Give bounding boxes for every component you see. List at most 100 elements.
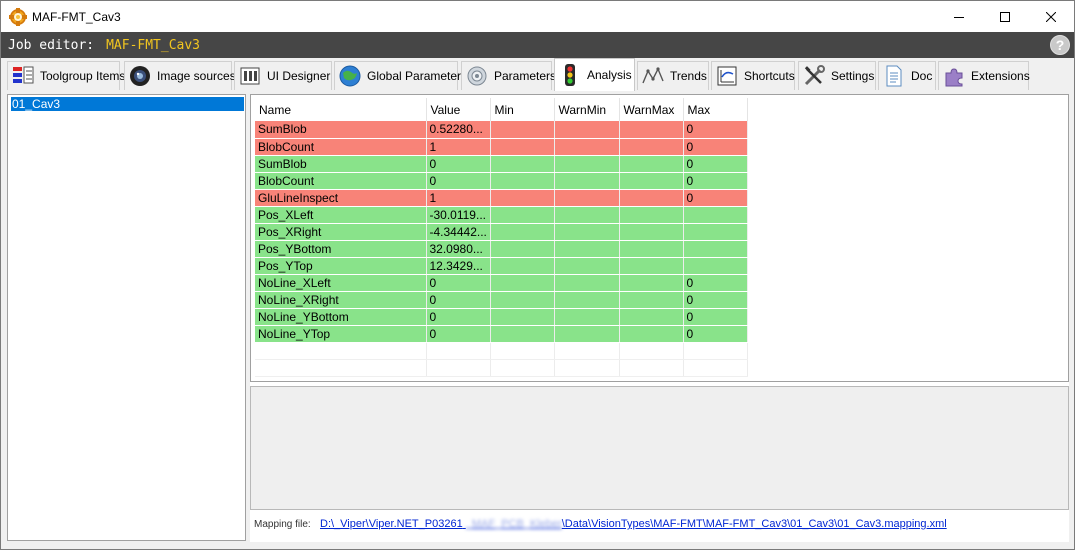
table-row[interactable]: NoLine_XLeft 0 0 [255, 274, 748, 292]
table-row[interactable]: Pos_YBottom 32.0980... [255, 240, 748, 258]
table-row[interactable]: Pos_XRight -4.34442... [255, 223, 748, 241]
cell-name[interactable]: NoLine_XLeft [255, 274, 427, 292]
cell-warnmin[interactable] [554, 155, 620, 173]
cell-value[interactable]: 1 [426, 138, 491, 156]
cell-warnmax[interactable] [619, 274, 684, 292]
cell-name[interactable]: GluLineInspect [255, 189, 427, 207]
cell-min[interactable] [490, 189, 555, 207]
cell-min[interactable] [490, 308, 555, 326]
cell-warnmin[interactable] [554, 189, 620, 207]
minimize-button[interactable] [936, 1, 982, 32]
cell-max[interactable]: 0 [683, 172, 748, 190]
tab-ui-designer[interactable]: UI Designer [234, 61, 332, 90]
cell-value[interactable]: 0 [426, 325, 491, 343]
cell-value[interactable]: 0 [426, 172, 491, 190]
cell-name[interactable]: Pos_YTop [255, 257, 427, 275]
cell-name[interactable]: BlobCount [255, 138, 427, 156]
cell-name[interactable]: BlobCount [255, 172, 427, 190]
cell-value[interactable]: 12.3429... [426, 257, 491, 275]
cell-name[interactable]: SumBlob [255, 155, 427, 173]
cell-warnmax[interactable] [619, 172, 684, 190]
cell-min[interactable] [490, 240, 555, 258]
cell-warnmin[interactable] [554, 274, 620, 292]
cell-warnmax[interactable] [619, 308, 684, 326]
cell-value[interactable]: -30.0119... [426, 206, 491, 224]
cell-warnmax[interactable] [619, 223, 684, 241]
cell-warnmin[interactable] [554, 206, 620, 224]
analysis-grid[interactable]: Name Value Min WarnMin WarnMax Max SumBl… [250, 94, 1069, 382]
help-icon[interactable]: ? [1050, 35, 1070, 55]
cell-max[interactable]: 0 [683, 274, 748, 292]
cell-warnmax[interactable] [619, 240, 684, 258]
tab-global-parameters[interactable]: Global Parameters [334, 61, 467, 90]
tab-image-sources[interactable]: Image sources [124, 61, 236, 90]
table-row[interactable]: NoLine_XRight 0 0 [255, 291, 748, 309]
cell-max[interactable]: 0 [683, 291, 748, 309]
cell-value[interactable]: 32.0980... [426, 240, 491, 258]
column-header-warnmax[interactable]: WarnMax [619, 98, 684, 121]
cell-warnmin[interactable] [554, 257, 620, 275]
tree-item-selected[interactable]: 01_Cav3 [11, 97, 244, 111]
cell-name[interactable]: Pos_XLeft [255, 206, 427, 224]
column-header-max[interactable]: Max [683, 98, 748, 121]
cell-min[interactable] [490, 325, 555, 343]
table-row[interactable]: Pos_YTop 12.3429... [255, 257, 748, 275]
cell-value[interactable]: 0 [426, 274, 491, 292]
cell-warnmax[interactable] [619, 121, 684, 139]
cell-warnmin[interactable] [554, 240, 620, 258]
cell-value[interactable]: 0 [426, 155, 491, 173]
tab-toolgroup-items[interactable]: Toolgroup Items [7, 61, 125, 90]
cell-warnmax[interactable] [619, 257, 684, 275]
cell-name[interactable]: NoLine_YTop [255, 325, 427, 343]
cell-warnmin[interactable] [554, 223, 620, 241]
cell-warnmin[interactable] [554, 138, 620, 156]
table-row[interactable]: BlobCount 1 0 [255, 138, 748, 156]
tab-shortcuts[interactable]: Shortcuts [711, 61, 795, 90]
cell-warnmin[interactable] [554, 121, 620, 139]
tab-doc[interactable]: Doc [878, 61, 936, 90]
cell-warnmax[interactable] [619, 291, 684, 309]
cell-value[interactable]: 1 [426, 189, 491, 207]
table-row[interactable]: Pos_XLeft -30.0119... [255, 206, 748, 224]
table-row[interactable]: SumBlob 0 0 [255, 155, 748, 173]
cell-value[interactable]: 0 [426, 308, 491, 326]
cell-max[interactable]: 0 [683, 308, 748, 326]
cell-min[interactable] [490, 274, 555, 292]
title-bar[interactable]: MAF-FMT_Cav3 [1, 1, 1074, 32]
cell-min[interactable] [490, 291, 555, 309]
table-row[interactable]: SumBlob 0.52280... 0 [255, 121, 748, 139]
cell-max[interactable]: 0 [683, 121, 748, 139]
column-header-value[interactable]: Value [426, 98, 491, 121]
column-header-warnmin[interactable]: WarnMin [554, 98, 620, 121]
tab-extensions[interactable]: Extensions [938, 61, 1030, 90]
table-row[interactable]: NoLine_YTop 0 0 [255, 325, 748, 343]
column-header-min[interactable]: Min [490, 98, 555, 121]
table-row[interactable]: GluLineInspect 1 0 [255, 189, 748, 207]
cell-value[interactable]: -4.34442... [426, 223, 491, 241]
cell-min[interactable] [490, 138, 555, 156]
cell-name[interactable]: Pos_YBottom [255, 240, 427, 258]
cell-name[interactable]: SumBlob [255, 121, 427, 139]
cell-min[interactable] [490, 172, 555, 190]
cell-warnmax[interactable] [619, 138, 684, 156]
cell-value[interactable]: 0.52280... [426, 121, 491, 139]
tab-analysis[interactable]: Analysis [554, 58, 635, 91]
tab-settings[interactable]: Settings [798, 61, 876, 90]
column-header-name[interactable]: Name [255, 98, 427, 121]
tab-parameters[interactable]: Parameters [461, 61, 556, 90]
cell-name[interactable]: NoLine_YBottom [255, 308, 427, 326]
cell-min[interactable] [490, 206, 555, 224]
cell-warnmin[interactable] [554, 172, 620, 190]
cell-name[interactable]: NoLine_XRight [255, 291, 427, 309]
tab-trends[interactable]: Trends [637, 61, 709, 90]
close-button[interactable] [1028, 1, 1074, 32]
cell-min[interactable] [490, 257, 555, 275]
cell-warnmax[interactable] [619, 189, 684, 207]
cell-warnmin[interactable] [554, 325, 620, 343]
cell-max[interactable]: 0 [683, 138, 748, 156]
cell-max[interactable]: 0 [683, 325, 748, 343]
cell-warnmax[interactable] [619, 325, 684, 343]
cell-warnmin[interactable] [554, 308, 620, 326]
cell-min[interactable] [490, 121, 555, 139]
tree-view[interactable]: 01_Cav3 [7, 94, 246, 541]
